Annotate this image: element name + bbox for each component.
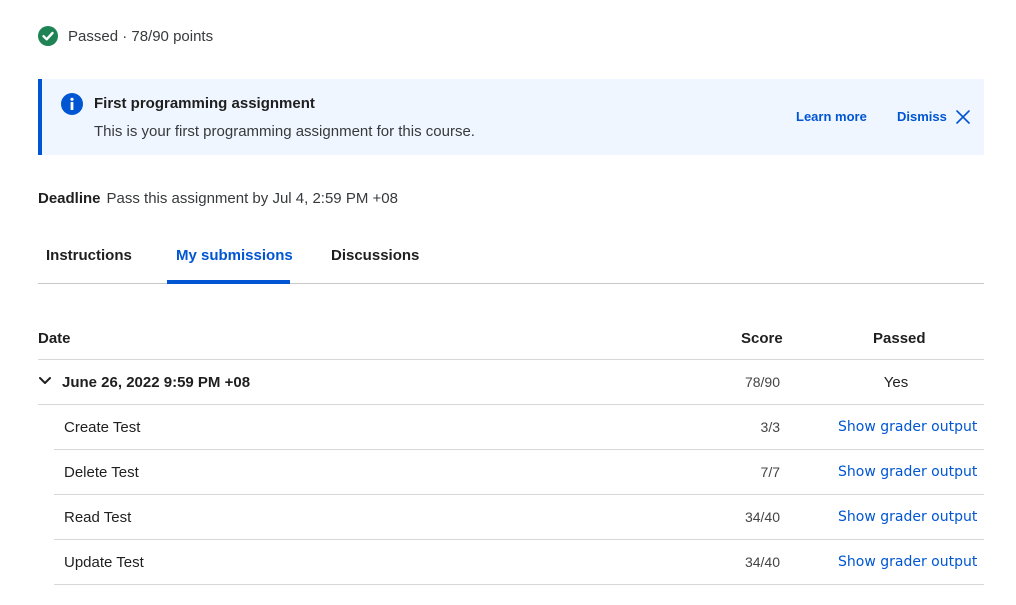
table-row: Create Test 3/3 Show grader output	[54, 405, 984, 450]
test-name: Delete Test	[64, 464, 139, 481]
deadline-text: Pass this assignment by Jul 4, 2:59 PM +…	[106, 190, 398, 207]
test-score: 34/40	[744, 554, 780, 570]
show-grader-output-link[interactable]: Show grader output	[838, 509, 977, 525]
header-date: Date	[38, 330, 71, 347]
tab-my-submissions[interactable]: My submissions	[176, 247, 293, 264]
test-name: Create Test	[64, 419, 141, 436]
header-score: Score	[741, 330, 783, 347]
show-grader-output-link[interactable]: Show grader output	[838, 419, 977, 435]
submission-score: 78/90	[744, 374, 780, 390]
table-header: Date Score Passed	[38, 318, 984, 360]
submissions-table: Date Score Passed June 26, 2022 9:59 PM …	[38, 318, 984, 585]
table-row: Read Test 34/40 Show grader output	[54, 495, 984, 540]
test-score: 34/40	[744, 509, 780, 525]
status-row: Passed · 78/90 points	[38, 25, 213, 47]
test-name: Read Test	[64, 509, 132, 526]
banner-text: This is your first programming assignmen…	[94, 123, 475, 140]
tab-bar: Instructions My submissions Discussions	[38, 238, 984, 284]
table-row: Update Test 34/40 Show grader output	[54, 540, 984, 585]
submission-row[interactable]: June 26, 2022 9:59 PM +08 78/90 Yes	[38, 360, 984, 405]
active-tab-indicator	[167, 280, 290, 284]
tab-instructions[interactable]: Instructions	[46, 247, 132, 264]
status-text: Passed · 78/90 points	[68, 27, 214, 45]
chevron-down-icon[interactable]	[38, 374, 52, 388]
info-banner: First programming assignment This is you…	[38, 79, 984, 155]
tab-discussions[interactable]: Discussions	[331, 247, 419, 264]
deadline-label: Deadline	[38, 190, 101, 207]
submission-passed: Yes	[883, 374, 909, 391]
close-icon	[956, 109, 970, 124]
dismiss-button[interactable]: Dismiss	[897, 109, 970, 124]
test-name: Update Test	[64, 554, 144, 571]
learn-more-link[interactable]: Learn more	[796, 109, 867, 124]
deadline: Deadline Pass this assignment by Jul 4, 2…	[38, 190, 398, 207]
test-score: 7/7	[760, 464, 780, 480]
header-passed: Passed	[873, 330, 926, 347]
banner-title: First programming assignment	[94, 95, 315, 112]
table-row: Delete Test 7/7 Show grader output	[54, 450, 984, 495]
show-grader-output-link[interactable]: Show grader output	[838, 464, 977, 480]
test-score: 3/3	[760, 419, 780, 435]
show-grader-output-link[interactable]: Show grader output	[838, 554, 977, 570]
submission-date: June 26, 2022 9:59 PM +08	[62, 374, 251, 391]
check-circle-icon	[38, 26, 58, 46]
dismiss-label: Dismiss	[897, 109, 947, 124]
info-icon	[61, 93, 83, 115]
